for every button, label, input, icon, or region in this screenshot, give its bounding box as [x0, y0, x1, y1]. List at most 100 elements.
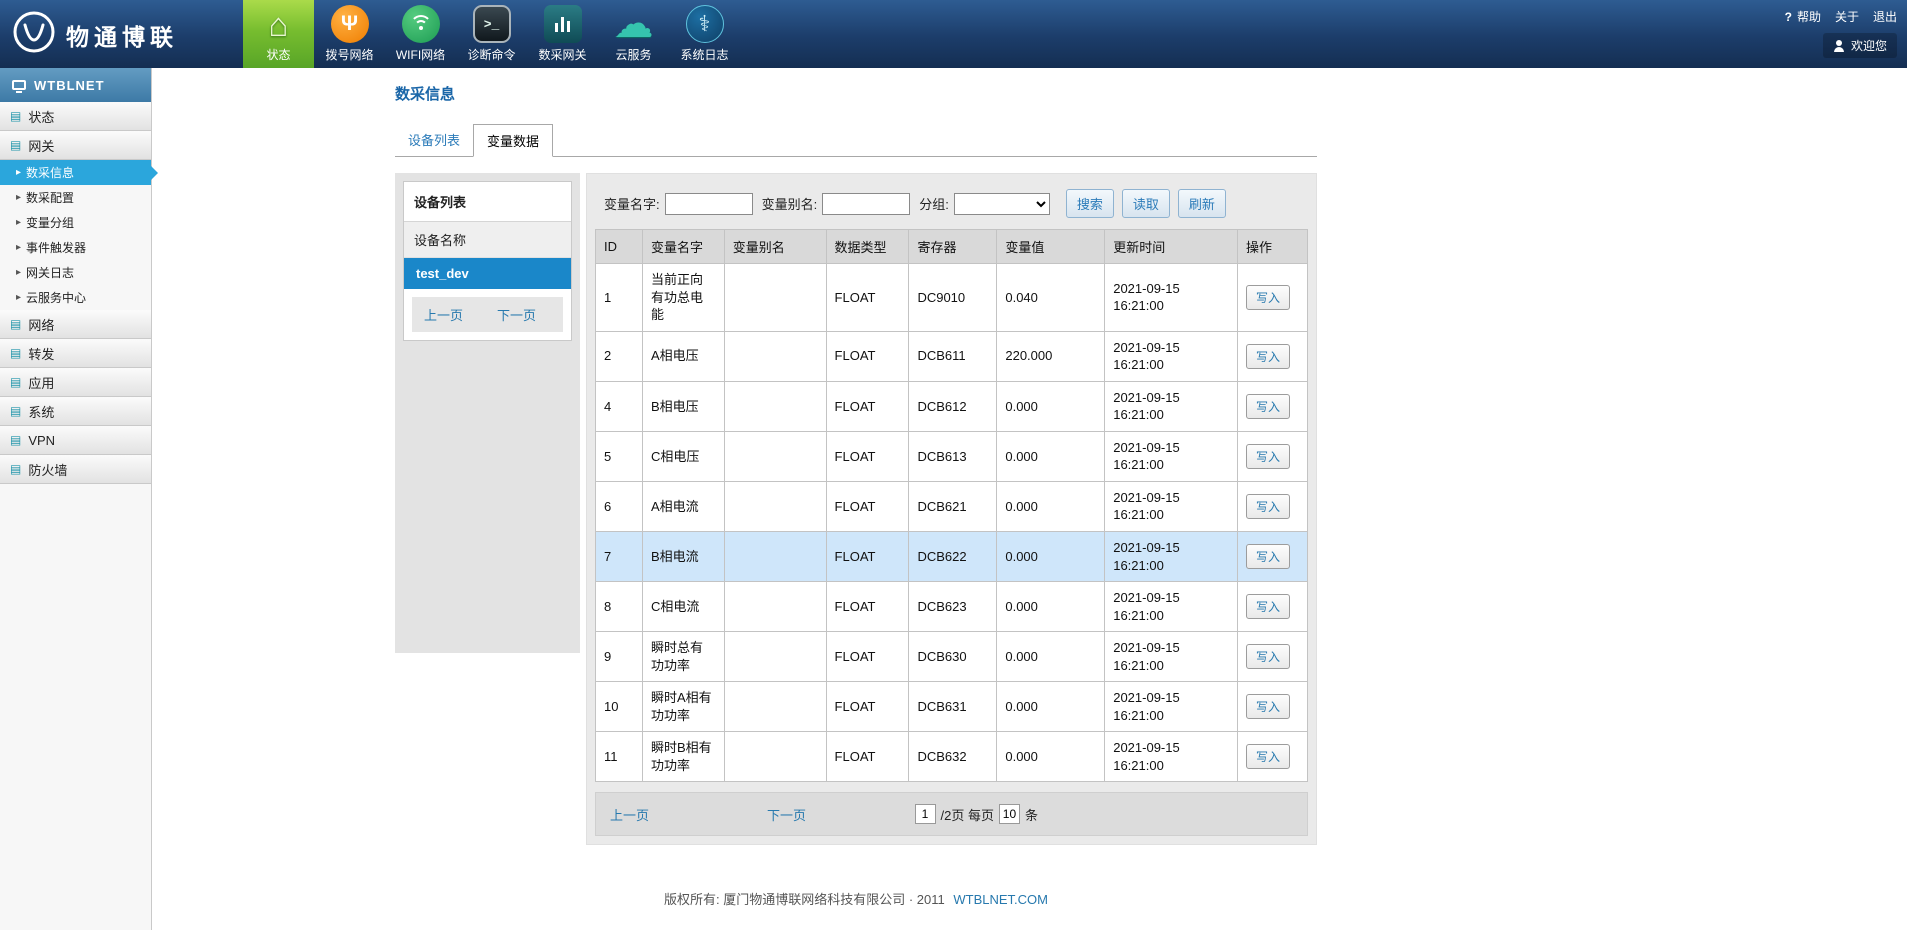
arrow-right-icon: ▸: [16, 167, 21, 178]
device-next-link[interactable]: 下一页: [497, 305, 536, 324]
wifi-icon: [402, 5, 440, 43]
sidebar-item-app[interactable]: ▤应用: [0, 368, 151, 397]
list-icon: ▤: [10, 317, 21, 331]
device-row[interactable]: test_dev: [404, 258, 571, 289]
welcome-badge[interactable]: 欢迎您: [1823, 33, 1897, 58]
filter-bar: 变量名字: 变量别名: 分组: 搜索 读取 刷新: [595, 182, 1308, 229]
sidebar-item-dc-config[interactable]: ▸数采配置: [0, 185, 151, 210]
table-row: 11瞬时B相有功功率FLOATDCB6320.0002021-09-15 16:…: [596, 732, 1308, 782]
page-number-input[interactable]: [915, 804, 936, 824]
logout-link[interactable]: 退出: [1873, 8, 1897, 25]
sidebar-item-network[interactable]: ▤网络: [0, 310, 151, 339]
sidebar-item-label: 事件触发器: [26, 239, 86, 256]
sidebar-item-dc-info[interactable]: ▸数采信息: [0, 160, 151, 185]
pager-controls: /2页 每页 条: [915, 804, 1038, 824]
arrow-right-icon: ▸: [16, 192, 21, 203]
column-header: ID: [596, 230, 643, 264]
write-button[interactable]: 写入: [1246, 694, 1290, 719]
nav-label: 诊断命令: [467, 46, 515, 63]
about-link[interactable]: 关于: [1835, 8, 1859, 25]
table-row: 9瞬时总有功功率FLOATDCB6300.0002021-09-15 16:21…: [596, 632, 1308, 682]
column-header: 操作: [1238, 230, 1308, 264]
sidebar-item-system[interactable]: ▤系统: [0, 397, 151, 426]
write-button[interactable]: 写入: [1246, 444, 1290, 469]
write-button[interactable]: 写入: [1246, 644, 1290, 669]
user-icon: [1833, 40, 1845, 52]
home-icon: ⌂: [260, 5, 298, 43]
nav-label: 状态: [266, 46, 290, 63]
column-header: 更新时间: [1105, 230, 1238, 264]
sidebar-item-var-group[interactable]: ▸变量分组: [0, 210, 151, 235]
sidebar-item-firewall[interactable]: ▤防火墙: [0, 455, 151, 484]
group-select[interactable]: [954, 193, 1050, 215]
refresh-button[interactable]: 刷新: [1178, 189, 1226, 218]
nav-item-wifi-network[interactable]: WIFI网络: [385, 0, 456, 68]
device-name-column-header: 设备名称: [404, 222, 571, 258]
write-button[interactable]: 写入: [1246, 394, 1290, 419]
cloud-icon: ☁: [615, 5, 653, 43]
nav-label: WIFI网络: [396, 46, 445, 63]
device-pager: 上一页 下一页: [412, 297, 563, 332]
search-button[interactable]: 搜索: [1066, 189, 1114, 218]
syslog-icon: ⚕: [686, 5, 724, 43]
device-panel-title: 设备列表: [404, 182, 571, 222]
var-alias-input[interactable]: [822, 193, 910, 215]
write-button[interactable]: 写入: [1246, 285, 1290, 310]
column-header: 变量名字: [642, 230, 724, 264]
write-button[interactable]: 写入: [1246, 494, 1290, 519]
table-row: 2A相电压FLOATDCB611220.0002021-09-15 16:21:…: [596, 331, 1308, 381]
top-right: ? 帮助 关于 退出 欢迎您: [1785, 8, 1897, 58]
sidebar-item-label: 转发: [28, 344, 54, 363]
device-list-panel: 设备列表 设备名称 test_dev 上一页 下一页: [403, 181, 572, 341]
sidebar-item-event-trigger[interactable]: ▸ 事件触发器: [0, 235, 151, 260]
table-row: 7B相电流FLOATDCB6220.0002021-09-15 16:21:00…: [596, 532, 1308, 582]
table-row: 10瞬时A相有功功率FLOATDCB6310.0002021-09-15 16:…: [596, 682, 1308, 732]
var-alias-label: 变量别名:: [762, 194, 818, 213]
nav-item-cloud-service[interactable]: ☁云服务: [598, 0, 669, 68]
device-prev-link[interactable]: 上一页: [424, 305, 463, 324]
column-header: 寄存器: [909, 230, 997, 264]
arrow-right-icon: ▸: [16, 242, 21, 253]
nav-item-system-log[interactable]: ⚕系统日志: [669, 0, 740, 68]
var-name-input[interactable]: [665, 193, 753, 215]
list-icon: ▤: [10, 404, 21, 418]
variable-table-body: 1当前正向有功总电能FLOATDC90100.0402021-09-15 16:…: [596, 264, 1308, 782]
sidebar-item-label: 状态: [28, 107, 54, 126]
write-button[interactable]: 写入: [1246, 594, 1290, 619]
nav-item-dial-network[interactable]: Ψ拨号网络: [314, 0, 385, 68]
nav-item-diagnose[interactable]: >_ 诊断命令: [456, 0, 527, 68]
terminal-icon: >_: [473, 5, 511, 43]
write-button[interactable]: 写入: [1246, 744, 1290, 769]
top-links: ? 帮助 关于 退出: [1785, 8, 1897, 25]
nav-label: 数采网关: [538, 46, 586, 63]
help-link[interactable]: 帮助: [1797, 8, 1821, 25]
tab-variable-data[interactable]: 变量数据: [473, 124, 553, 157]
app-logo: 物通博联: [12, 10, 178, 59]
sidebar-item-vpn[interactable]: ▤VPN: [0, 426, 151, 455]
table-row: 4B相电压FLOATDCB6120.0002021-09-15 16:21:00…: [596, 381, 1308, 431]
tab-device-list[interactable]: 设备列表: [395, 124, 473, 156]
sidebar-item-status[interactable]: ▤状态: [0, 102, 151, 131]
gateway-icon: [544, 5, 582, 43]
next-page-link[interactable]: 下一页: [767, 805, 806, 824]
sidebar-item-label: 网关: [28, 136, 54, 155]
main-content: 数采信息 设备列表 变量数据 设备列表 设备名称 test_dev 上一页 下一…: [152, 68, 1907, 930]
sidebar-item-forward[interactable]: ▤转发: [0, 339, 151, 368]
write-button[interactable]: 写入: [1246, 344, 1290, 369]
nav-item-dc-gateway[interactable]: 数采网关: [527, 0, 598, 68]
sidebar-item-cloud-center[interactable]: ▸云服务中心: [0, 285, 151, 310]
dial-icon: Ψ: [331, 5, 369, 43]
table-pagination: 上一页 下一页 /2页 每页 条: [595, 792, 1308, 836]
sidebar-item-gateway[interactable]: ▤网关: [0, 131, 151, 160]
prev-page-link[interactable]: 上一页: [610, 805, 649, 824]
arrow-right-icon: ▸: [16, 267, 21, 278]
sidebar-item-label: VPN: [28, 433, 55, 448]
sidebar-item-gateway-log[interactable]: ▸网关日志: [0, 260, 151, 285]
write-button[interactable]: 写入: [1246, 544, 1290, 569]
table-row: 5C相电压FLOATDCB6130.0002021-09-15 16:21:00…: [596, 431, 1308, 481]
read-button[interactable]: 读取: [1122, 189, 1170, 218]
nav-item-status[interactable]: ⌂ 状态: [243, 0, 314, 68]
page-size-input[interactable]: [999, 804, 1020, 824]
footer-link[interactable]: WTBLNET.COM: [953, 892, 1048, 907]
monitor-icon: [12, 80, 26, 90]
